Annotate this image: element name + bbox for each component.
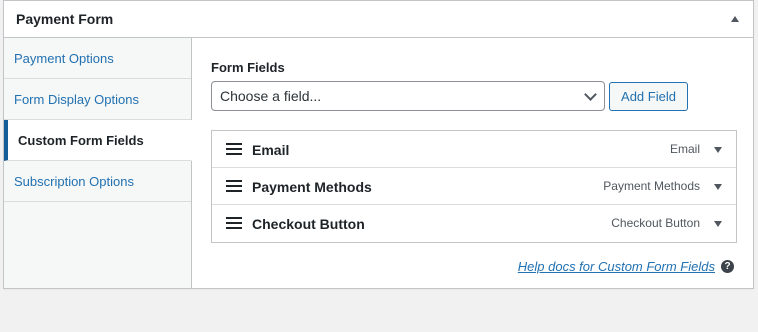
payment-form-panel: Payment Form Payment Options Form Displa… [3, 0, 754, 289]
form-field-list: Email Email Payment Methods Payment Meth… [211, 130, 737, 243]
field-name: Payment Methods [252, 179, 372, 195]
drag-handle-icon[interactable] [226, 217, 242, 229]
tab-custom-form-fields[interactable]: Custom Form Fields [4, 120, 192, 161]
field-type-select-value: Choose a field... [220, 88, 322, 104]
tab-subscription-options[interactable]: Subscription Options [4, 161, 191, 202]
tab-payment-options[interactable]: Payment Options [4, 38, 191, 79]
field-row-email[interactable]: Email Email [212, 131, 736, 168]
field-type: Checkout Button [611, 216, 700, 230]
panel-title: Payment Form [16, 11, 114, 27]
panel-header[interactable]: Payment Form [4, 1, 753, 38]
help-icon[interactable]: ? [721, 260, 734, 273]
expand-caret-icon[interactable] [714, 184, 722, 190]
expand-caret-icon[interactable] [714, 147, 722, 153]
field-type: Email [669, 142, 700, 156]
field-name: Email [252, 142, 290, 158]
drag-handle-icon[interactable] [226, 143, 242, 155]
collapse-arrow-icon[interactable] [731, 16, 739, 22]
field-type-select[interactable]: Choose a field... [211, 81, 605, 111]
custom-form-fields-content: Form Fields Choose a field... Add Field … [211, 38, 737, 288]
drag-handle-icon[interactable] [226, 180, 242, 192]
field-row-payment-methods[interactable]: Payment Methods Payment Methods [212, 168, 736, 205]
help-docs-link[interactable]: Help docs for Custom Form Fields [518, 259, 715, 274]
field-name: Checkout Button [252, 216, 365, 232]
expand-caret-icon[interactable] [714, 221, 722, 227]
settings-tabs: Payment Options Form Display Options Cus… [4, 38, 192, 288]
field-row-checkout-button[interactable]: Checkout Button Checkout Button [212, 205, 736, 242]
chevron-down-icon [584, 88, 597, 101]
add-field-button[interactable]: Add Field [609, 82, 688, 111]
form-fields-label: Form Fields [211, 60, 285, 75]
tab-form-display-options[interactable]: Form Display Options [4, 79, 191, 120]
field-type: Payment Methods [603, 179, 700, 193]
